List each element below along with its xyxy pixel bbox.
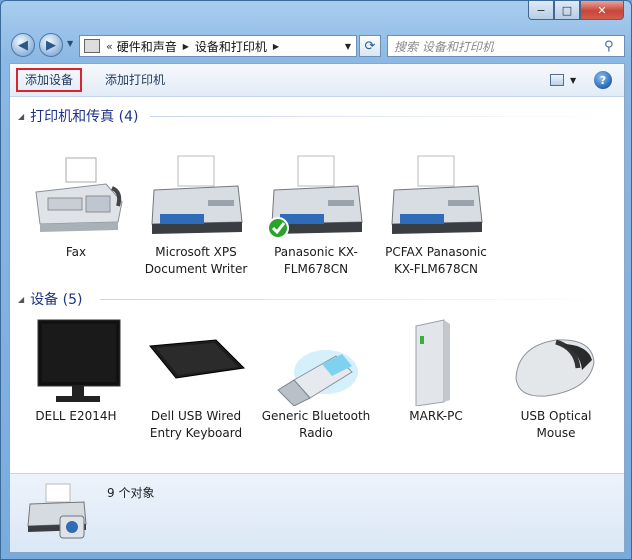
device-item-pcfax[interactable]: PCFAX Panasonic KX-FLM678CN [381, 152, 491, 278]
device-item-panasonic-printer[interactable]: Panasonic KX-FLM678CN [261, 152, 371, 278]
divider [150, 116, 610, 117]
keyboard-icon [146, 316, 246, 406]
item-count: 9 个对象 [107, 486, 155, 500]
search-input[interactable]: 搜索 设备和打印机 [394, 38, 604, 55]
view-icon [550, 74, 564, 86]
device-item-monitor[interactable]: DELL E2014H [21, 316, 131, 425]
search-icon[interactable]: ⚲ [604, 39, 620, 54]
collapse-icon[interactable]: ◢ [18, 112, 24, 121]
fax-machine-icon [26, 152, 126, 242]
group-title: 打印机和传真 (4) [30, 109, 139, 125]
control-panel-icon [84, 39, 100, 53]
content-pane: 添加设备 添加打印机 ▼ ? ◢ 打印机和传真 (4) Fax Microsof… [9, 63, 625, 553]
maximize-button[interactable]: □ [554, 1, 580, 20]
device-label: Fax [65, 245, 87, 259]
device-item-computer[interactable]: MARK-PC [381, 316, 491, 425]
navigation-bar: ◀ ▶ ▼ « 硬件和声音 ▶ 设备和打印机 ▶ ▼ ⟳ 搜索 设备和打印机 ⚲ [9, 31, 625, 61]
default-check-icon [267, 217, 289, 239]
minimize-button[interactable]: − [528, 1, 554, 20]
device-label: MARK-PC [409, 409, 463, 423]
back-button[interactable]: ◀ [11, 33, 35, 57]
devices-and-printers-window: − □ ✕ ◀ ▶ ▼ « 硬件和声音 ▶ 设备和打印机 ▶ ▼ ⟳ 搜索 设备… [0, 0, 632, 560]
breadcrumb-devices-printers[interactable]: 设备和打印机 [195, 38, 267, 55]
details-pane: 9 个对象 [10, 473, 624, 552]
device-label: Generic Bluetooth Radio [261, 409, 371, 440]
printer-icon [386, 152, 486, 242]
add-device-button[interactable]: 添加设备 [16, 68, 83, 92]
breadcrumb-overflow[interactable]: « [106, 40, 113, 53]
address-dropdown-icon[interactable]: ▼ [340, 36, 356, 56]
refresh-button[interactable]: ⟳ [359, 35, 381, 57]
command-bar: 添加设备 添加打印机 ▼ ? [10, 64, 624, 97]
forward-button[interactable]: ▶ [39, 33, 63, 57]
device-item-fax[interactable]: Fax [21, 152, 131, 261]
help-button[interactable]: ? [594, 71, 612, 89]
device-label: Microsoft XPS Document Writer [144, 245, 248, 276]
change-view-button[interactable]: ▼ [550, 72, 578, 88]
device-label: USB Optical Mouse [520, 409, 592, 440]
device-label: DELL E2014H [35, 409, 117, 423]
collapse-icon[interactable]: ◢ [18, 295, 24, 304]
breadcrumb-hardware-sound[interactable]: 硬件和声音 [117, 38, 177, 55]
breadcrumb-arrow-icon[interactable]: ▶ [183, 42, 189, 51]
caption-buttons: − □ ✕ [528, 1, 624, 20]
group-header-printers[interactable]: ◢ 打印机和传真 (4) [18, 106, 610, 126]
device-item-keyboard[interactable]: Dell USB Wired Entry Keyboard [141, 316, 251, 442]
mouse-icon [506, 316, 606, 406]
devices-printers-icon [24, 480, 90, 546]
group-title: 设备 (5) [30, 292, 83, 308]
group-header-devices[interactable]: ◢ 设备 (5) [18, 289, 610, 309]
device-item-xps-writer[interactable]: Microsoft XPS Document Writer [141, 152, 251, 278]
device-item-mouse[interactable]: USB Optical Mouse [501, 316, 611, 442]
computer-tower-icon [386, 316, 486, 407]
device-label: Dell USB Wired Entry Keyboard [149, 409, 243, 440]
device-item-bluetooth[interactable]: Generic Bluetooth Radio [261, 316, 371, 442]
printer-icon [146, 152, 246, 242]
add-printer-button[interactable]: 添加打印机 [98, 68, 172, 92]
device-label: PCFAX Panasonic KX-FLM678CN [385, 245, 487, 276]
close-button[interactable]: ✕ [580, 1, 624, 20]
device-label: Panasonic KX-FLM678CN [274, 245, 358, 276]
address-bar[interactable]: « 硬件和声音 ▶ 设备和打印机 ▶ ▼ [79, 35, 357, 57]
search-box[interactable]: 搜索 设备和打印机 ⚲ [387, 35, 625, 57]
divider [100, 299, 610, 300]
printer-icon [266, 152, 366, 242]
chevron-down-icon[interactable]: ▼ [570, 76, 576, 85]
usb-bluetooth-icon [266, 316, 366, 407]
recent-pages-dropdown[interactable]: ▼ [67, 39, 73, 48]
monitor-icon [26, 316, 126, 406]
breadcrumb-arrow-icon[interactable]: ▶ [273, 42, 279, 51]
